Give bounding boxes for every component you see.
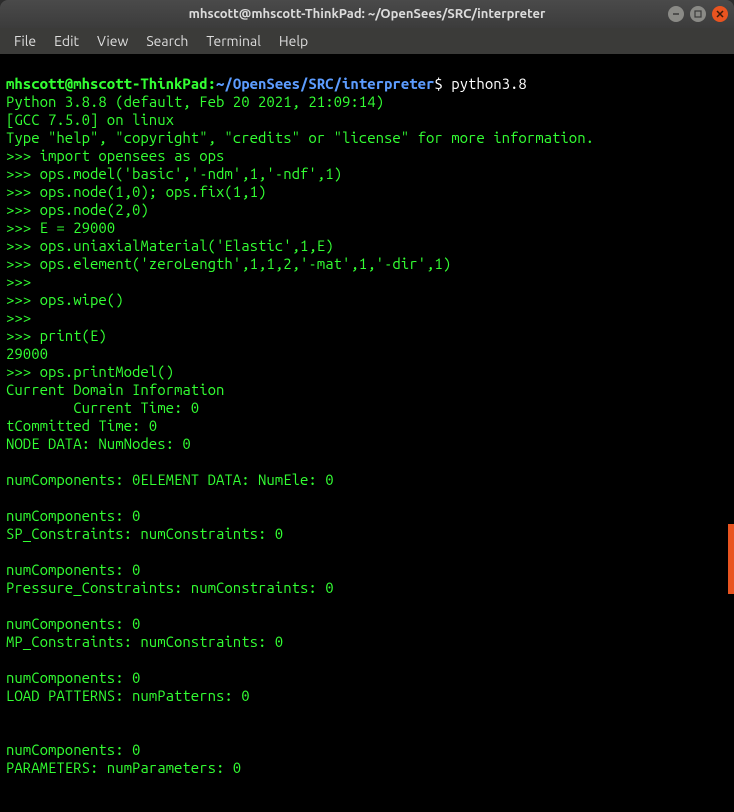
terminal-line: Type "help", "copyright", "credits" or "… [6,129,594,146]
terminal-line: >>> ops.uniaxialMaterial('Elastic',1,E) [6,237,334,254]
terminal-area[interactable]: mhscott@mhscott-ThinkPad:~/OpenSees/SRC/… [0,54,734,812]
terminal-line: numComponents: 0 [6,615,140,632]
window-titlebar: mhscott@mhscott-ThinkPad: ~/OpenSees/SRC… [0,0,734,28]
terminal-line: tCommitted Time: 0 [6,417,157,434]
terminal-line: numComponents: 0 [6,669,140,686]
terminal-line: Pressure_Constraints: numConstraints: 0 [6,579,334,596]
prompt-userhost: mhscott@mhscott-ThinkPad [6,75,208,92]
prompt-colon: : [208,75,216,92]
close-icon[interactable] [712,6,728,22]
terminal-line: >>> [6,273,31,290]
window-title: mhscott@mhscott-ThinkPad: ~/OpenSees/SRC… [189,7,546,21]
terminal-line: >>> ops.node(2,0) [6,201,149,218]
terminal-line: SP_Constraints: numConstraints: 0 [6,525,283,542]
terminal-line: Current Domain Information [6,381,224,398]
terminal-line: LOAD PATTERNS: numPatterns: 0 [6,687,250,704]
terminal-line: [GCC 7.5.0] on linux [6,111,174,128]
menu-terminal[interactable]: Terminal [198,30,269,52]
terminal-line: NODE DATA: NumNodes: 0 [6,435,191,452]
menu-help[interactable]: Help [271,30,316,52]
terminal-line: numComponents: 0 [6,507,140,524]
terminal-line: PARAMETERS: numParameters: 0 [6,759,241,776]
menubar: File Edit View Search Terminal Help [0,28,734,54]
terminal-line: >>> [6,309,31,326]
prompt-path: ~/OpenSees/SRC/interpreter [216,75,434,92]
menu-file[interactable]: File [6,30,44,52]
terminal-line: >>> E = 29000 [6,219,115,236]
terminal-line: >>> print(E) [6,327,107,344]
terminal-line: >>> ops.wipe() [6,291,124,308]
menu-view[interactable]: View [89,30,136,52]
menu-search[interactable]: Search [138,30,196,52]
terminal-line: Python 3.8.8 (default, Feb 20 2021, 21:0… [6,93,384,110]
terminal-line: numComponents: 0ELEMENT DATA: NumEle: 0 [6,471,334,488]
menu-edit[interactable]: Edit [46,30,87,52]
terminal-line: >>> ops.element('zeroLength',1,1,2,'-mat… [6,255,451,272]
terminal-line: Current Time: 0 [6,399,199,416]
window-controls [668,6,728,22]
terminal-line: >>> ops.node(1,0); ops.fix(1,1) [6,183,266,200]
terminal-line: numComponents: 0 [6,561,140,578]
terminal-line: >>> import opensees as ops [6,147,224,164]
terminal-line: numComponents: 0 [6,741,140,758]
shell-command: python3.8 [451,75,527,92]
terminal-line: 29000 [6,345,48,362]
terminal-line: >>> ops.model('basic','-ndm',1,'-ndf',1) [6,165,342,182]
scrollbar-thumb[interactable] [728,524,734,594]
prompt-dollar: $ [434,75,451,92]
maximize-icon[interactable] [690,6,706,22]
terminal-line: >>> ops.printModel() [6,363,174,380]
minimize-icon[interactable] [668,6,684,22]
terminal-line: MP_Constraints: numConstraints: 0 [6,633,283,650]
